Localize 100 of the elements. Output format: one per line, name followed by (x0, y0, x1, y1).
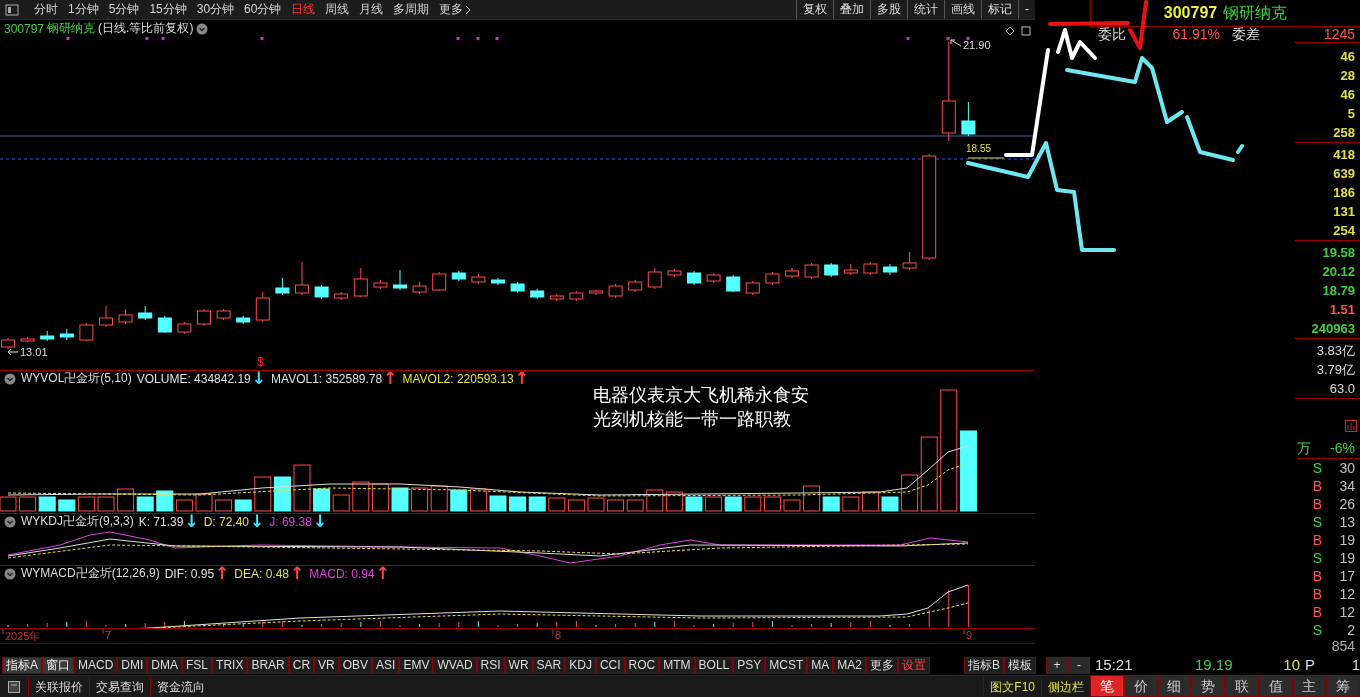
period-tab[interactable]: 周线 (320, 0, 355, 19)
indicator-tab[interactable]: RSI (476, 656, 505, 674)
amount-value: 3.79亿 (1315, 361, 1356, 379)
indicator-tab[interactable]: EMV (399, 656, 434, 674)
quote-tab[interactable]: 价 (1123, 675, 1158, 697)
quote-tab[interactable]: 筹 (1326, 675, 1360, 697)
candle (393, 269, 407, 291)
dropdown-icon[interactable] (4, 372, 16, 385)
indicator-tab[interactable]: 设置 (898, 656, 930, 674)
status-link[interactable]: 图文F10 (983, 676, 1041, 697)
indicator-tab[interactable]: FSL (182, 656, 213, 674)
indicator-tab[interactable]: OBV (338, 656, 373, 674)
period-tab[interactable]: 月线 (354, 0, 389, 19)
indicator-tab[interactable]: WR (504, 656, 533, 674)
period-tab[interactable]: 日线 (286, 0, 321, 19)
indicator-tab[interactable]: DMI (117, 656, 148, 674)
panel-toggle-icon[interactable] (5, 3, 19, 16)
indicator-tab[interactable]: 更多 (866, 656, 898, 674)
period-tab[interactable]: 15分钟 (144, 0, 192, 19)
candle (843, 263, 858, 276)
volume-bar (391, 487, 409, 512)
period-tab[interactable]: 30分钟 (191, 0, 240, 19)
volume-bar (646, 489, 664, 512)
indicator-tab[interactable]: WVAD (433, 656, 477, 674)
dropdown-icon[interactable] (4, 567, 16, 580)
indicator-tab[interactable]: 指标A (2, 656, 42, 674)
candle (883, 263, 897, 276)
quote-tab[interactable]: 势 (1191, 675, 1225, 697)
indicator-value: J: 69.38 (269, 514, 312, 529)
period-tab[interactable]: 1分钟 (63, 0, 104, 19)
indicator-value: D: 72.40 (203, 514, 249, 529)
dropdown-icon[interactable] (196, 22, 209, 35)
period-tab[interactable]: 60分钟 (239, 0, 287, 19)
dropdown-icon[interactable] (4, 515, 16, 528)
indicator-tab[interactable]: VR (314, 656, 339, 674)
toolbar-button[interactable]: 叠加 (833, 0, 870, 19)
indicator-tab[interactable]: DMA (147, 656, 183, 674)
zoom-button[interactable]: + (1046, 656, 1068, 674)
indicator-tab[interactable]: MACD (74, 656, 118, 674)
toolbar-button[interactable]: 统计 (907, 0, 944, 19)
volume-bar (607, 499, 625, 512)
indicator-tab[interactable]: ASI (372, 656, 400, 674)
date-label: 2025年 (5, 629, 41, 644)
indicator-tab[interactable]: MTM (659, 656, 695, 674)
volume-bar (469, 488, 487, 512)
trade-side: S (1311, 459, 1322, 477)
volume-bar (489, 495, 507, 512)
indicator-tab[interactable]: MA2 (833, 656, 866, 674)
candle (510, 281, 525, 294)
indicator-value: K: 71.39 (138, 514, 184, 529)
trade-volume: 12 (1338, 603, 1356, 621)
volume-bar (77, 496, 95, 512)
period-tab[interactable]: 多周期 (388, 0, 435, 19)
toolbar-button[interactable]: 标记 (981, 0, 1018, 19)
indicator-name: WYVOL卍金圻(5,10) (21, 371, 132, 387)
indicator-tab[interactable]: CR (288, 656, 315, 674)
quote-tab[interactable]: 笔 (1090, 675, 1124, 697)
bid-volume: 186 (1332, 184, 1356, 202)
quote-tab[interactable]: 细 (1157, 675, 1192, 697)
indicator-tab[interactable]: KDJ (565, 656, 596, 674)
volume-bar (313, 488, 331, 512)
period-tab[interactable]: 5分钟 (103, 0, 145, 19)
zoom-button[interactable]: - (1068, 656, 1090, 674)
quote-tab[interactable]: 联 (1225, 675, 1259, 697)
indicator-tab[interactable]: 窗口 (42, 656, 74, 674)
quote-tab[interactable]: 值 (1258, 675, 1293, 697)
indicator-tab[interactable]: CCI (595, 656, 625, 674)
indicator-tab[interactable]: BRAR (247, 656, 289, 674)
trend-arrow: ↑ (514, 371, 529, 386)
indicator-tab[interactable]: TRIX (212, 656, 248, 674)
diff-value: 1245 (1322, 27, 1355, 42)
candle (785, 267, 799, 279)
status-link[interactable]: 关联报价 (28, 676, 89, 697)
indicator-tab[interactable]: ROC (624, 656, 660, 674)
low-price-label: 13.01 (20, 346, 48, 358)
quote-tab[interactable]: 主 (1292, 675, 1327, 697)
period-tab[interactable]: 分时 (29, 0, 63, 19)
indicator-tab[interactable]: MCST (765, 656, 808, 674)
indicator-tab[interactable]: 指标B (964, 656, 1004, 674)
toolbar-button[interactable]: 复权 (796, 0, 833, 19)
chart-mode: (日线.等比前复权) (98, 20, 194, 37)
indicator-tab[interactable]: PSY (733, 656, 766, 674)
toolbar-button[interactable]: 多股 (870, 0, 907, 19)
ratio-label: 委比 (1098, 27, 1127, 42)
indicator-tab[interactable]: MA (807, 656, 834, 674)
status-link[interactable]: 资金流向 (150, 676, 211, 697)
square-icon[interactable] (1021, 26, 1031, 36)
indicator-tab[interactable]: 模板 (1004, 656, 1036, 674)
trade-volume: 854 (1330, 639, 1356, 654)
toolbar-button[interactable]: 画线 (944, 0, 981, 19)
indicator-tab[interactable]: BOLL (694, 656, 734, 674)
volume-bar (665, 491, 683, 512)
diamond-icon[interactable] (1005, 26, 1015, 36)
status-link[interactable]: 交易查询 (89, 676, 150, 697)
bar-chart-icon[interactable] (1345, 420, 1357, 432)
date-label: 9 (966, 629, 973, 641)
period-tab[interactable]: 更多 (434, 0, 477, 19)
panel-toggle-icon[interactable] (8, 680, 20, 693)
indicator-tab[interactable]: SAR (532, 656, 566, 674)
price-label: 18.55 (966, 143, 992, 154)
